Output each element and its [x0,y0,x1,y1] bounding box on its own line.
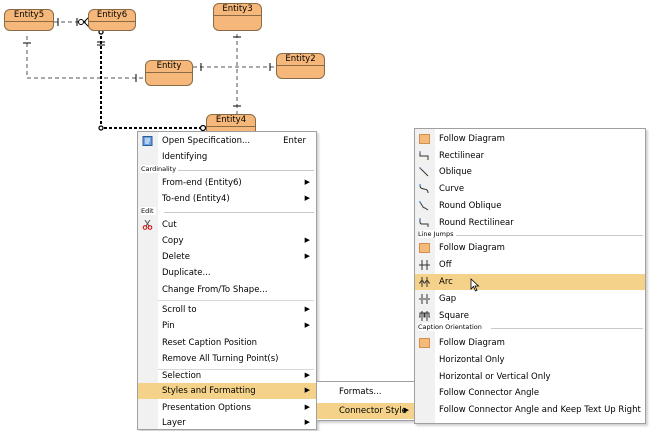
menu-open-specification[interactable]: Open Specification... Enter [138,133,316,149]
follow-diagram-icon [419,134,430,144]
menu-pin[interactable]: Pin ▶ [138,318,316,334]
entity-entity[interactable]: Entity [145,60,193,86]
follow-diagram-icon [419,338,430,348]
entity-label: Entity6 [96,10,128,20]
submenu-arrow-icon: ▶ [304,371,310,379]
connector-style-submenu: Follow Diagram Rectilinear Oblique Curve… [414,128,646,424]
menu-identifying[interactable]: Identifying [138,149,316,165]
mouse-cursor-icon [470,278,480,292]
connector-curve[interactable]: Curve [415,181,645,197]
menu-formats[interactable]: Formats... [317,384,415,400]
jump-square-icon [419,311,430,321]
group-line-jumps: Line Jumps [418,230,456,238]
caption-follow-angle-keep-up[interactable]: Follow Connector Angle and Keep Text Up … [415,402,645,418]
menu-reset-caption[interactable]: Reset Caption Position [138,335,316,351]
submenu-arrow-icon: ▶ [304,418,310,426]
linejump-off[interactable]: Off [415,257,645,273]
jump-arc-icon [419,277,430,287]
menu-to-end[interactable]: To-end (Entity4) ▶ [138,191,316,207]
submenu-arrow-icon: ▶ [304,305,310,313]
follow-diagram-icon [419,243,430,253]
connector-round-rectilinear[interactable]: Round Rectilinear [415,215,645,231]
group-caption-orientation: Caption Orientation [418,323,484,331]
linejump-gap[interactable]: Gap [415,291,645,307]
menu-presentation-options[interactable]: Presentation Options ▶ [138,400,316,416]
entity-entity2[interactable]: Entity2 [276,53,325,79]
menu-connector-style[interactable]: Connector Style ▶ [317,403,415,419]
round-oblique-icon [419,201,429,211]
group-edit: Edit [141,207,156,215]
linejump-square[interactable]: Square [415,308,645,324]
entity-label: Entity3 [222,4,253,14]
connector-follow-diagram[interactable]: Follow Diagram [415,131,645,147]
submenu-arrow-icon: ▶ [304,178,310,186]
entity-label: Entity2 [285,54,316,64]
jump-gap-icon [419,294,430,304]
styles-submenu: Formats... Connector Style ▶ [316,381,416,421]
linejump-follow-diagram[interactable]: Follow Diagram [415,240,645,256]
entity-entity5[interactable]: Entity5 [4,9,54,31]
menu-scroll-to[interactable]: Scroll to ▶ [138,302,316,318]
menu-remove-turning-points[interactable]: Remove All Turning Point(s) [138,351,316,367]
entity-entity3[interactable]: Entity3 [213,3,262,31]
entity-entity6[interactable]: Entity6 [88,9,136,31]
menu-from-end[interactable]: From-end (Entity6) ▶ [138,175,316,191]
menu-styles-and-formatting[interactable]: Styles and Formatting ▶ [138,383,316,399]
submenu-arrow-icon: ▶ [304,321,310,329]
oblique-icon [419,167,429,177]
submenu-arrow-icon: ▶ [304,194,310,202]
menu-change-shape[interactable]: Change From/To Shape... [138,282,316,298]
round-rectilinear-icon [419,218,429,227]
jump-off-icon [419,260,430,270]
entity-label: Entity4 [215,115,247,125]
submenu-arrow-icon: ▶ [304,252,310,260]
submenu-arrow-icon: ▶ [304,386,310,394]
linejump-arc[interactable]: Arc [415,274,645,292]
connector-rectilinear[interactable]: Rectilinear [415,148,645,164]
connector-oblique[interactable]: Oblique [415,164,645,180]
context-menu: Open Specification... Enter Identifying … [137,131,317,430]
entity-label: Entity [156,61,182,71]
curve-icon [419,184,429,194]
caption-horizontal-only[interactable]: Horizontal Only [415,352,645,368]
submenu-arrow-icon: ▶ [304,236,310,244]
rectilinear-icon [419,151,429,160]
submenu-arrow-icon: ▶ [304,403,310,411]
menu-layer[interactable]: Layer ▶ [138,415,316,431]
menu-copy[interactable]: Copy ▶ [138,233,316,249]
connector-round-oblique[interactable]: Round Oblique [415,198,645,214]
group-cardinality: Cardinality [141,165,179,173]
submenu-arrow-icon: ▶ [403,406,409,414]
entity-label: Entity5 [13,10,45,20]
caption-horizontal-or-vertical[interactable]: Horizontal or Vertical Only [415,369,645,385]
scissors-icon [142,220,153,230]
menu-delete[interactable]: Delete ▶ [138,249,316,265]
menu-cut[interactable]: Cut [138,217,316,233]
caption-follow-angle[interactable]: Follow Connector Angle [415,385,645,401]
caption-follow-diagram[interactable]: Follow Diagram [415,335,645,351]
menu-duplicate[interactable]: Duplicate... [138,265,316,281]
specification-icon [142,136,153,146]
menu-selection[interactable]: Selection ▶ [138,368,316,384]
